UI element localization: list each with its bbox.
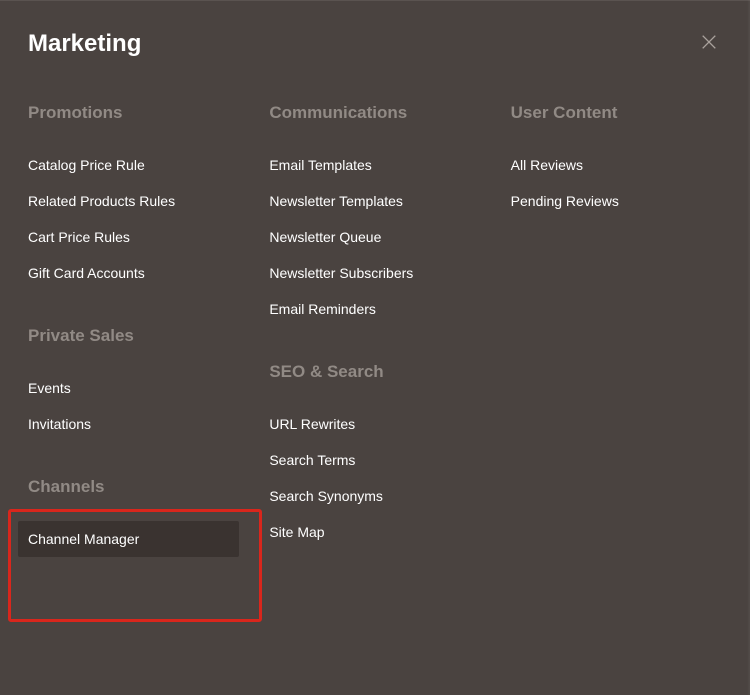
section-channels: Channels Channel Manager: [28, 477, 239, 557]
menu-item-newsletter-subscribers[interactable]: Newsletter Subscribers: [269, 255, 480, 291]
menu-item-pending-reviews[interactable]: Pending Reviews: [511, 183, 722, 219]
menu-item-invitations[interactable]: Invitations: [28, 406, 239, 442]
menu-item-gift-card-accounts[interactable]: Gift Card Accounts: [28, 255, 239, 291]
section-heading-communications: Communications: [269, 103, 480, 123]
menu-item-search-synonyms[interactable]: Search Synonyms: [269, 478, 480, 514]
menu-item-email-reminders[interactable]: Email Reminders: [269, 291, 480, 327]
panel-title: Marketing: [28, 30, 141, 58]
menu-item-site-map[interactable]: Site Map: [269, 514, 480, 550]
menu-item-catalog-price-rule[interactable]: Catalog Price Rule: [28, 147, 239, 183]
section-communications: Communications Email Templates Newslette…: [269, 103, 480, 327]
marketing-panel: Marketing Promotions Catalog Price Rule …: [0, 0, 750, 695]
menu-item-email-templates[interactable]: Email Templates: [269, 147, 480, 183]
section-private-sales: Private Sales Events Invitations: [28, 326, 239, 442]
column-right: User Content All Reviews Pending Reviews: [511, 103, 722, 592]
menu-item-newsletter-queue[interactable]: Newsletter Queue: [269, 219, 480, 255]
close-icon: [700, 33, 718, 51]
section-heading-seo-search: SEO & Search: [269, 362, 480, 382]
menu-columns: Promotions Catalog Price Rule Related Pr…: [28, 103, 722, 592]
menu-item-events[interactable]: Events: [28, 370, 239, 406]
section-promotions: Promotions Catalog Price Rule Related Pr…: [28, 103, 239, 291]
column-middle: Communications Email Templates Newslette…: [269, 103, 480, 592]
column-left: Promotions Catalog Price Rule Related Pr…: [28, 103, 239, 592]
section-heading-promotions: Promotions: [28, 103, 239, 123]
panel-header: Marketing: [28, 29, 722, 58]
section-heading-channels: Channels: [28, 477, 239, 497]
menu-item-cart-price-rules[interactable]: Cart Price Rules: [28, 219, 239, 255]
menu-item-newsletter-templates[interactable]: Newsletter Templates: [269, 183, 480, 219]
section-user-content: User Content All Reviews Pending Reviews: [511, 103, 722, 219]
section-seo-search: SEO & Search URL Rewrites Search Terms S…: [269, 362, 480, 550]
section-heading-user-content: User Content: [511, 103, 722, 123]
menu-item-search-terms[interactable]: Search Terms: [269, 442, 480, 478]
menu-item-all-reviews[interactable]: All Reviews: [511, 147, 722, 183]
section-heading-private-sales: Private Sales: [28, 326, 239, 346]
close-button[interactable]: [696, 29, 722, 58]
menu-item-channel-manager[interactable]: Channel Manager: [18, 521, 239, 557]
menu-item-related-products-rules[interactable]: Related Products Rules: [28, 183, 239, 219]
menu-item-url-rewrites[interactable]: URL Rewrites: [269, 406, 480, 442]
